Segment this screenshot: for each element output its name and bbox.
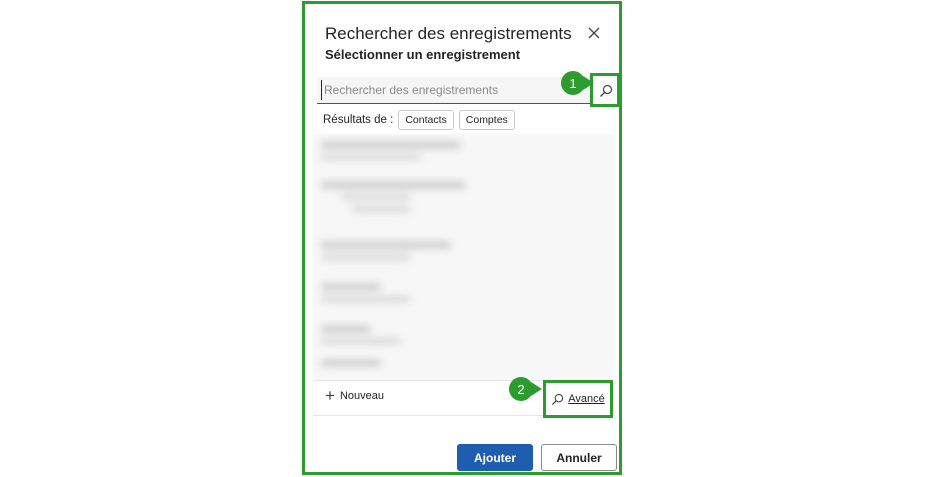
list-item[interactable] xyxy=(321,284,601,308)
callout-badge-1: 1 xyxy=(561,71,594,95)
lookup-dialog: Rechercher des enregistrements Sélection… xyxy=(302,1,622,475)
add-button[interactable]: Ajouter xyxy=(457,444,533,471)
callout-number: 2 xyxy=(517,381,525,397)
filter-chip-comptes[interactable]: Comptes xyxy=(458,110,515,130)
list-item[interactable] xyxy=(321,360,601,372)
cancel-button[interactable]: Annuler xyxy=(541,444,617,471)
search-button[interactable] xyxy=(590,73,620,107)
dialog-subtitle: Sélectionner un enregistrement xyxy=(325,47,521,62)
search-input[interactable] xyxy=(321,80,566,100)
new-record-label: Nouveau xyxy=(339,390,384,402)
list-item[interactable] xyxy=(321,242,601,266)
new-record-button[interactable]: + Nouveau xyxy=(325,386,384,405)
results-filter-row: Résultats de : Contacts Comptes xyxy=(323,110,515,130)
advanced-search-button[interactable]: Avancé xyxy=(543,380,613,418)
list-item[interactable] xyxy=(321,142,601,166)
dialog-title: Rechercher des enregistrements xyxy=(325,24,572,43)
results-list xyxy=(313,134,613,380)
plus-icon: + xyxy=(325,386,335,405)
filter-chip-contacts[interactable]: Contacts xyxy=(398,110,454,130)
callout-badge-2: 2 xyxy=(509,377,542,401)
callout-number: 1 xyxy=(569,75,577,91)
advanced-search-label: Avancé xyxy=(568,393,605,405)
search-icon xyxy=(600,84,613,97)
results-label: Résultats de : xyxy=(323,114,394,126)
search-icon xyxy=(552,393,564,405)
list-item[interactable] xyxy=(321,182,601,218)
close-icon[interactable] xyxy=(585,24,603,42)
list-item[interactable] xyxy=(321,326,601,350)
